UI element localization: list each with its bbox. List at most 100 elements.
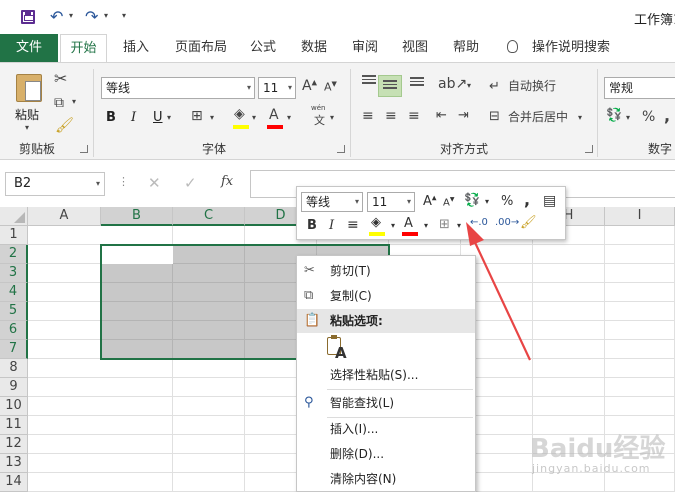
row-header-6[interactable]: 6 (0, 321, 28, 340)
tab-home[interactable]: 开始 (60, 34, 107, 62)
mini-decrease-decimal-icon[interactable]: .00→ (495, 218, 519, 228)
row-header-3[interactable]: 3 (0, 264, 28, 283)
increase-indent-icon[interactable]: ⇥ (458, 109, 469, 122)
align-left-icon[interactable]: ≡ (362, 109, 374, 123)
mini-comma-button[interactable]: , (524, 192, 530, 208)
mini-borders-icon[interactable]: ⊞ (439, 218, 450, 231)
save-icon[interactable] (21, 10, 35, 24)
alignment-launcher-icon[interactable] (585, 145, 593, 153)
mini-increase-font-icon[interactable]: A▲ (423, 195, 437, 208)
font-launcher-icon[interactable] (337, 145, 345, 153)
mini-increase-decimal-icon[interactable]: ←.0 (470, 218, 488, 228)
orientation-dropdown-icon[interactable]: ▾ (467, 82, 471, 90)
underline-dropdown-icon[interactable]: ▾ (167, 114, 171, 122)
font-name-combo[interactable]: 等线 ▾ (101, 77, 255, 99)
tab-insert[interactable]: 插入 (123, 34, 149, 62)
percent-style-button[interactable]: % (642, 110, 655, 124)
row-header-14[interactable]: 14 (0, 473, 28, 492)
mini-center-icon[interactable]: ≡ (347, 218, 359, 232)
mini-accounting-dropdown-icon[interactable]: ▾ (485, 198, 489, 206)
underline-button[interactable]: U (153, 110, 163, 125)
format-painter-icon[interactable]: 🖌 (55, 118, 74, 133)
menu-item-copy[interactable]: ⧉ 复制(C) (297, 284, 475, 308)
cut-icon[interactable]: ✂ (54, 71, 67, 87)
row-header-11[interactable]: 11 (0, 416, 28, 435)
tab-view[interactable]: 视图 (402, 34, 428, 62)
mini-accounting-icon[interactable]: 💱 (464, 194, 480, 207)
row-header-12[interactable]: 12 (0, 435, 28, 454)
tab-file[interactable]: 文件 (0, 34, 58, 62)
font-color-icon[interactable]: A (269, 108, 279, 122)
row-header-13[interactable]: 13 (0, 454, 28, 473)
paste-button-label[interactable]: 粘贴 (15, 106, 39, 123)
phonetic-guide-icon[interactable]: 文 (314, 115, 325, 126)
undo-dropdown-icon[interactable]: ▾ (69, 11, 73, 20)
increase-font-icon[interactable]: A▲ (302, 79, 317, 93)
align-right-icon[interactable]: ≡ (408, 109, 420, 123)
row-header-4[interactable]: 4 (0, 283, 28, 302)
align-center-icon[interactable]: ≡ (385, 109, 397, 123)
orientation-icon[interactable]: ab↗ (438, 77, 467, 91)
cancel-icon[interactable]: ✕ (148, 174, 161, 192)
row-header-1[interactable]: 1 (0, 226, 28, 245)
insert-function-button[interactable]: fx (221, 174, 233, 189)
lightbulb-icon[interactable] (507, 40, 518, 53)
italic-button[interactable]: I (131, 110, 136, 125)
mini-font-color-icon[interactable]: A (404, 217, 413, 230)
menu-item-smart-lookup[interactable]: ⚲ 智能查找(L) (297, 391, 475, 415)
row-header-2[interactable]: 2 (0, 245, 28, 264)
comma-style-button[interactable]: , (664, 108, 670, 124)
decrease-font-icon[interactable]: A▼ (324, 81, 337, 93)
paste-values-option[interactable]: A (327, 335, 349, 362)
tell-me-search[interactable]: 操作说明搜索 (532, 34, 610, 62)
menu-item-paste-special[interactable]: 选择性粘贴(S)... (297, 363, 475, 387)
row-header-9[interactable]: 9 (0, 378, 28, 397)
tab-data[interactable]: 数据 (301, 34, 327, 62)
borders-dropdown-icon[interactable]: ▾ (210, 114, 214, 122)
paste-dropdown-icon[interactable]: ▾ (25, 123, 29, 132)
mini-format-table-icon[interactable]: ▤ (543, 194, 556, 208)
clipboard-launcher-icon[interactable] (80, 145, 88, 153)
wrap-text-button[interactable]: 自动换行 (508, 80, 556, 92)
undo-icon[interactable]: ↶ (50, 7, 63, 26)
number-format-combo[interactable]: 常规 (604, 77, 675, 99)
select-all-button[interactable] (0, 207, 28, 226)
tab-page-layout[interactable]: 页面布局 (175, 34, 227, 62)
bottom-align-icon[interactable] (410, 77, 424, 89)
mini-fill-dropdown-icon[interactable]: ▾ (391, 222, 395, 230)
menu-item-insert[interactable]: 插入(I)... (297, 417, 475, 441)
tab-review[interactable]: 审阅 (352, 34, 378, 62)
row-header-10[interactable]: 10 (0, 397, 28, 416)
splitter-handle-icon[interactable]: ⋮ (118, 175, 129, 188)
row-header-5[interactable]: 5 (0, 302, 28, 321)
merge-dropdown-icon[interactable]: ▾ (578, 114, 582, 122)
accounting-format-icon[interactable]: 💱 (606, 109, 622, 122)
mini-font-color-dropdown-icon[interactable]: ▾ (424, 222, 428, 230)
redo-dropdown-icon[interactable]: ▾ (104, 11, 108, 20)
column-header-A[interactable]: A (28, 207, 101, 226)
mini-fill-color-icon[interactable]: ◈ (371, 216, 381, 229)
tab-formulas[interactable]: 公式 (250, 34, 276, 62)
paste-icon[interactable] (16, 74, 42, 102)
enter-icon[interactable]: ✓ (184, 174, 197, 192)
mini-percent-button[interactable]: % (501, 195, 513, 208)
merge-center-button[interactable]: 合并后居中 (508, 111, 568, 123)
copy-dropdown-icon[interactable]: ▾ (72, 98, 76, 106)
row-header-8[interactable]: 8 (0, 359, 28, 378)
mini-italic-button[interactable]: I (329, 219, 334, 232)
bold-button[interactable]: B (106, 110, 116, 125)
name-box[interactable]: B2 ▾ (5, 172, 105, 196)
customize-quick-access-icon[interactable]: ▾ (122, 11, 126, 20)
mini-decrease-font-icon[interactable]: A▼ (443, 197, 454, 208)
menu-item-clear-contents[interactable]: 清除内容(N) (297, 467, 475, 491)
phonetic-dropdown-icon[interactable]: ▾ (330, 114, 334, 122)
mini-borders-dropdown-icon[interactable]: ▾ (457, 222, 461, 230)
column-header-I[interactable]: I (605, 207, 675, 226)
tab-help[interactable]: 帮助 (453, 34, 479, 62)
fill-color-dropdown-icon[interactable]: ▾ (252, 114, 256, 122)
decrease-indent-icon[interactable]: ⇤ (436, 109, 447, 122)
fill-color-icon[interactable]: ◈ (234, 107, 245, 121)
copy-icon[interactable]: ⧉ (54, 96, 64, 110)
font-size-combo[interactable]: 11 ▾ (258, 77, 296, 99)
top-align-icon[interactable] (362, 75, 376, 87)
